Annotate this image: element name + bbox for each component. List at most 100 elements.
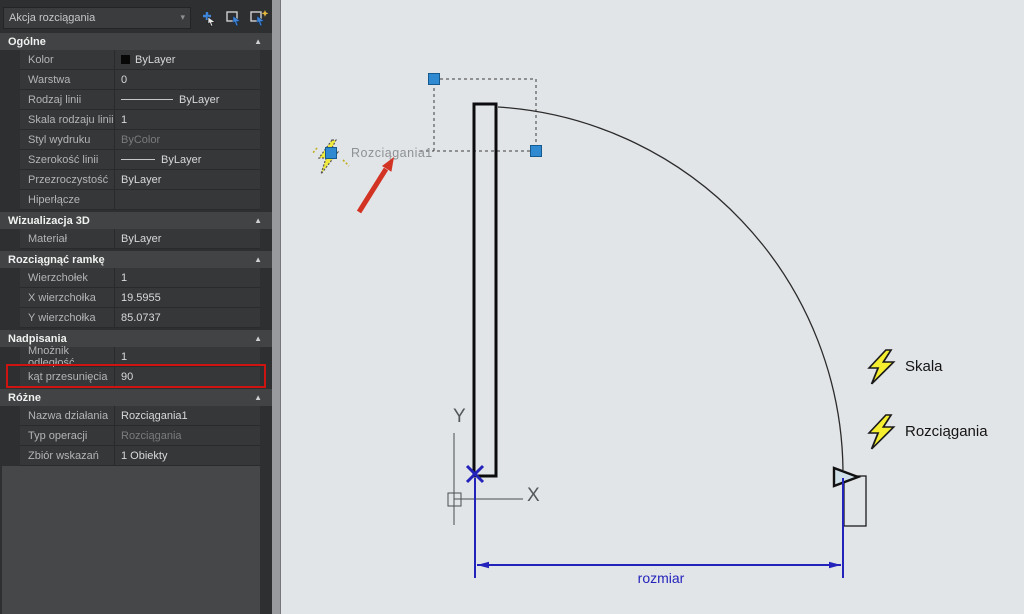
property-value[interactable]: 1	[115, 347, 260, 366]
quick-select-icon[interactable]	[249, 9, 269, 27]
drawing-canvas[interactable]: Y X rozmiar Rozc	[280, 0, 1024, 614]
property-row-zbi-r-wskaza: Zbiór wskazań1 Obiekty	[20, 446, 260, 466]
annotation-arrow	[359, 157, 394, 212]
property-row-x-wierzcho-ka: X wierzchołka19.5955	[20, 288, 260, 308]
action-selector-value: Akcja rozciągania	[9, 12, 95, 24]
panel-scrollbar[interactable]	[272, 0, 280, 614]
property-label: Y wierzchołka	[20, 308, 115, 327]
panel-empty-area	[2, 466, 260, 614]
property-label: Styl wydruku	[20, 130, 115, 149]
ucs-axis-marker	[448, 433, 523, 525]
property-value[interactable]: Rozciągania1	[115, 406, 260, 425]
linetype-preview-icon	[121, 99, 173, 100]
grip-handle	[326, 148, 337, 159]
property-value[interactable]: 19.5955	[115, 288, 260, 307]
property-row-y-wierzcho-ka: Y wierzchołka85.0737	[20, 308, 260, 328]
property-row-rodzaj-linii: Rodzaj liniiByLayer	[20, 90, 260, 110]
property-label: Materiał	[20, 229, 115, 248]
property-row-styl-wydruku: Styl wydrukuByColor	[20, 130, 260, 150]
panel-toolbar: Akcja rozciągania ▾	[0, 0, 272, 31]
section-header-wizualizacja-3d[interactable]: Wizualizacja 3D ▲	[0, 212, 272, 229]
selection-toolbar	[199, 9, 269, 27]
property-label: Skala rodzaju linii	[20, 110, 115, 129]
property-label: Warstwa	[20, 70, 115, 89]
property-row-przezroczysto: PrzezroczystośćByLayer	[20, 170, 260, 190]
property-value[interactable]: Rozciągania	[115, 426, 260, 445]
action-selector-dropdown[interactable]: Akcja rozciągania ▾	[3, 7, 191, 29]
property-row-hiper-cze: Hiperłącze	[20, 190, 260, 210]
section-header-rozci-gn-ramk[interactable]: Rozciągnąć ramkę ▲	[0, 251, 272, 268]
property-sections: Ogólne▲KolorByLayerWarstwa0Rodzaj liniiB…	[0, 31, 272, 466]
property-label: X wierzchołka	[20, 288, 115, 307]
door-swing-arc	[498, 107, 843, 470]
stretch-action-label: Rozciągania	[905, 423, 988, 440]
select-objects-plus-icon[interactable]	[199, 9, 219, 27]
property-row-warstwa: Warstwa0	[20, 70, 260, 90]
chevron-down-icon[interactable]: ▾	[180, 12, 185, 23]
section-title: Różne	[8, 392, 41, 404]
door-end-rectangle	[844, 476, 866, 526]
property-value[interactable]: ByLayer	[115, 50, 260, 69]
property-value[interactable]: ByLayer	[115, 229, 260, 248]
property-label: kąt przesunięcia	[20, 367, 115, 386]
property-value[interactable]: ByColor	[115, 130, 260, 149]
property-value[interactable]: 85.0737	[115, 308, 260, 327]
property-value[interactable]: ByLayer	[115, 90, 260, 109]
property-value[interactable]: 1	[115, 110, 260, 129]
property-label: Przezroczystość	[20, 170, 115, 189]
section-header-og-lne[interactable]: Ogólne ▲	[0, 33, 272, 50]
collapse-icon[interactable]: ▲	[254, 393, 262, 402]
property-label: Nazwa działania	[20, 406, 115, 425]
property-value[interactable]: 90	[115, 367, 260, 386]
cad-application-window: Akcja rozciągania ▾	[0, 0, 1024, 614]
stretch-action-marker[interactable]: Rozciągania	[869, 415, 988, 449]
grip-handle	[531, 146, 542, 157]
property-row-nazwa-dzia-ania: Nazwa działaniaRozciągania1	[20, 406, 260, 426]
property-value[interactable]: ByLayer	[115, 150, 260, 169]
property-value[interactable]: 1 Obiekty	[115, 446, 260, 465]
collapse-icon[interactable]: ▲	[254, 37, 262, 46]
collapse-icon[interactable]: ▲	[254, 334, 262, 343]
property-row-kolor: KolorByLayer	[20, 50, 260, 70]
property-label: Hiperłącze	[20, 190, 115, 209]
property-row-typ-operacji: Typ operacjiRozciągania	[20, 426, 260, 446]
property-row-k-t-przesuni-cia: kąt przesunięcia90	[20, 367, 260, 387]
select-window-icon[interactable]	[224, 9, 244, 27]
color-swatch-icon	[121, 55, 130, 64]
action-ghost-label: Rozciągania1	[351, 146, 433, 160]
dimension-label: rozmiar	[638, 570, 685, 586]
stretch-frame-dashed-rect	[420, 79, 536, 151]
collapse-icon[interactable]: ▲	[254, 255, 262, 264]
property-row-szeroko-linii: Szerokość liniiByLayer	[20, 150, 260, 170]
section-title: Ogólne	[8, 36, 46, 48]
property-value[interactable]: 0	[115, 70, 260, 89]
property-label: Mnożnik odległość	[20, 347, 115, 366]
properties-panel: Akcja rozciągania ▾	[0, 0, 272, 614]
property-row-mno-nik-odleg-o: Mnożnik odległość1	[20, 347, 260, 367]
section-title: Wizualizacja 3D	[8, 215, 90, 227]
scale-action-marker[interactable]: Skala	[869, 350, 943, 384]
property-value[interactable]: 1	[115, 268, 260, 287]
property-label: Kolor	[20, 50, 115, 69]
door-rectangle[interactable]	[474, 104, 496, 476]
arc-arrowhead-icon	[834, 468, 858, 486]
property-label: Rodzaj linii	[20, 90, 115, 109]
section-header-r-ne[interactable]: Różne ▲	[0, 389, 272, 406]
property-label: Wierzchołek	[20, 268, 115, 287]
section-title: Nadpisania	[8, 333, 67, 345]
property-row-wierzcho-ek: Wierzchołek1	[20, 268, 260, 288]
y-axis-label: Y	[453, 406, 466, 427]
collapse-icon[interactable]: ▲	[254, 216, 262, 225]
property-value[interactable]	[115, 190, 260, 209]
grip-handle	[429, 74, 440, 85]
property-label: Typ operacji	[20, 426, 115, 445]
x-axis-label: X	[527, 485, 540, 506]
property-label: Szerokość linii	[20, 150, 115, 169]
linetype-preview-icon	[121, 159, 155, 160]
property-label: Zbiór wskazań	[20, 446, 115, 465]
property-value[interactable]: ByLayer	[115, 170, 260, 189]
property-row-materia: MateriałByLayer	[20, 229, 260, 249]
property-row-skala-rodzaju-linii: Skala rodzaju linii1	[20, 110, 260, 130]
scale-action-label: Skala	[905, 358, 943, 375]
section-title: Rozciągnąć ramkę	[8, 254, 105, 266]
